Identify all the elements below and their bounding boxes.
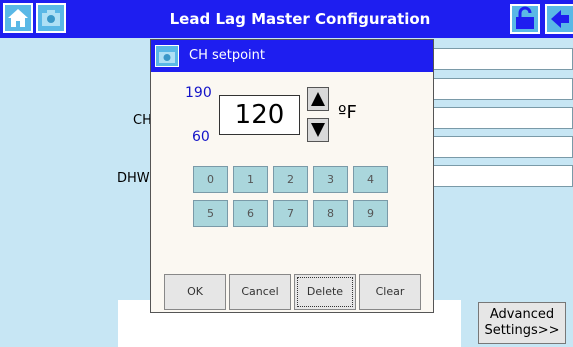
max-value: 190 — [185, 85, 212, 101]
bg-field-1[interactable] — [432, 48, 573, 70]
cancel-button[interactable]: Cancel — [229, 274, 291, 310]
lock-icon — [516, 6, 534, 29]
lock-button[interactable] — [510, 4, 540, 34]
dhw-label: DHW — [117, 171, 150, 186]
advanced-label: Advanced — [489, 307, 555, 322]
arrow-up-icon — [311, 92, 325, 106]
key-7[interactable]: 7 — [273, 200, 308, 227]
camera-icon — [155, 45, 179, 67]
bg-field-4[interactable] — [432, 136, 573, 158]
settings-label: Settings>> — [484, 323, 560, 338]
bg-field-2[interactable] — [432, 78, 573, 100]
key-5[interactable]: 5 — [193, 200, 228, 227]
setpoint-value[interactable]: 120 — [219, 95, 300, 135]
back-button[interactable] — [545, 4, 573, 34]
camera-button[interactable] — [36, 3, 66, 33]
dhw-field[interactable] — [432, 165, 573, 187]
key-6[interactable]: 6 — [233, 200, 268, 227]
key-2[interactable]: 2 — [273, 166, 308, 193]
unit-label: ºF — [338, 102, 357, 123]
decrement-button[interactable] — [307, 118, 329, 142]
camera-icon — [42, 10, 60, 26]
min-value: 60 — [192, 129, 210, 145]
home-button[interactable] — [3, 3, 33, 33]
back-arrow-icon — [551, 10, 569, 28]
setpoint-dialog: CH setpoint 190 60 120 ºF 0 1 2 3 4 5 6 … — [150, 39, 434, 313]
increment-button[interactable] — [307, 87, 329, 111]
key-4[interactable]: 4 — [353, 166, 388, 193]
ch-field[interactable] — [432, 107, 573, 129]
page-title: Lead Lag Master Configuration — [169, 10, 431, 28]
home-icon — [8, 9, 28, 27]
key-1[interactable]: 1 — [233, 166, 268, 193]
dialog-title-bar: CH setpoint — [151, 40, 433, 72]
key-3[interactable]: 3 — [313, 166, 348, 193]
ok-button[interactable]: OK — [164, 274, 226, 310]
title-bar: Lead Lag Master Configuration — [0, 0, 573, 38]
arrow-down-icon — [311, 123, 325, 137]
advanced-settings-button[interactable]: Advanced Settings>> — [478, 302, 566, 344]
delete-button[interactable]: Delete — [294, 274, 356, 310]
key-9[interactable]: 9 — [353, 200, 388, 227]
clear-button[interactable]: Clear — [359, 274, 421, 310]
key-8[interactable]: 8 — [313, 200, 348, 227]
key-0[interactable]: 0 — [193, 166, 228, 193]
dialog-title: CH setpoint — [189, 48, 266, 63]
